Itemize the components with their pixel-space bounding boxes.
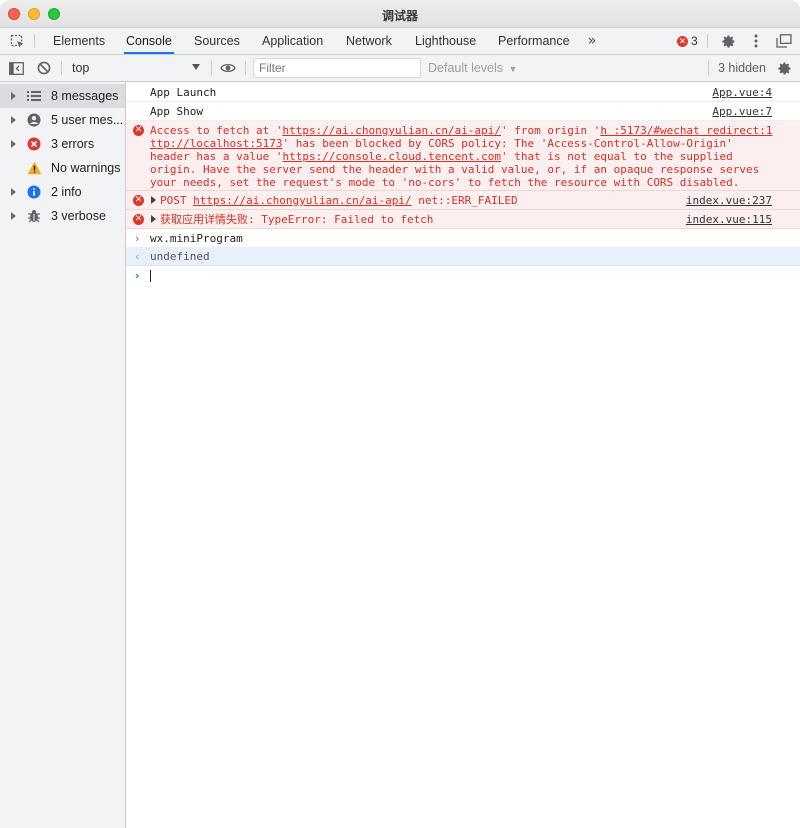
message-text: POST https://ai.chongyulian.cn/ai-api/ n… [151, 194, 518, 207]
sidebar-toggle-icon[interactable] [6, 55, 26, 81]
message-text: 获取应用详情失败: TypeError: Failed to fetch [151, 213, 433, 226]
url-link[interactable]: https://ai.chongyulian.cn/ai-api/ [193, 194, 412, 207]
divider [708, 61, 709, 75]
source-link[interactable]: index.vue:237 [686, 194, 772, 207]
expand-arrow-icon[interactable] [151, 196, 156, 204]
divider [61, 61, 62, 75]
more-options-icon[interactable] [746, 28, 766, 54]
error-count-badge[interactable]: ✕ 3 [677, 28, 698, 54]
sidebar-item-label: 3 verbose [51, 209, 106, 223]
error-icon: ✕ [133, 125, 144, 136]
sidebar-item-label: No warnings [51, 161, 121, 175]
error-icon [26, 136, 42, 152]
sidebar-item-warnings[interactable]: No warnings [0, 156, 125, 180]
list-icon [26, 88, 42, 104]
info-icon [26, 184, 42, 200]
expand-arrow-icon[interactable] [11, 116, 16, 124]
message-text: App Show [150, 105, 203, 118]
expand-arrow-icon[interactable] [11, 92, 16, 100]
divider [707, 34, 708, 48]
console-result: ‹ undefined [126, 248, 800, 266]
chevron-down-icon: ▼ [508, 64, 518, 74]
console-message: App Launch App.vue:4 [126, 83, 800, 102]
url-link[interactable]: https://console.cloud.tencent.com [282, 150, 501, 163]
chevron-down-icon [192, 64, 200, 70]
inspect-element-icon[interactable] [6, 28, 28, 54]
sidebar-item-messages[interactable]: 8 messages [0, 84, 125, 108]
tab-network[interactable]: Network [344, 28, 394, 54]
window-title: 调试器 [381, 9, 418, 23]
sidebar-item-label: 2 info [51, 185, 82, 199]
sidebar-item-errors[interactable]: 3 errors [0, 132, 125, 156]
error-icon: ✕ [133, 195, 144, 206]
chevron-right-icon: › [135, 232, 140, 245]
expand-arrow-icon[interactable] [151, 215, 156, 223]
console-sidebar: 8 messages 5 user mes... 3 errors No war… [0, 82, 126, 828]
tab-elements[interactable]: Elements [51, 28, 107, 54]
console-prompt[interactable]: › [126, 266, 800, 286]
sidebar-item-info[interactable]: 2 info [0, 180, 125, 204]
message-text: App Launch [150, 86, 217, 99]
bug-icon [26, 208, 42, 224]
sidebar-item-label: 3 errors [51, 137, 95, 151]
tab-lighthouse[interactable]: Lighthouse [413, 28, 478, 54]
error-icon: ✕ [133, 214, 144, 225]
console-error-message: ✕ 获取应用详情失败: TypeError: Failed to fetch i… [126, 210, 800, 229]
console-output: App Launch App.vue:4 App Show App.vue:7 … [126, 82, 800, 828]
message-text: wx.miniProgram [150, 232, 243, 245]
text-caret [150, 270, 151, 282]
source-link[interactable]: App.vue:4 [712, 86, 772, 99]
title-bar: 调试器 [0, 0, 800, 28]
divider [245, 61, 246, 75]
devtools-tab-bar: Elements Console Sources Application Net… [0, 28, 800, 55]
console-toolbar: top Default levels ▼ 3 hidden [0, 55, 800, 82]
tab-application[interactable]: Application [260, 28, 325, 54]
context-selector[interactable]: top [66, 57, 206, 79]
chevron-left-icon: ‹ [135, 250, 140, 263]
sidebar-item-verbose[interactable]: 3 verbose [0, 204, 125, 228]
console-error-message: ✕ Access to fetch at 'https://ai.chongyu… [126, 121, 800, 191]
expand-arrow-icon[interactable] [11, 140, 16, 148]
message-text: Access to fetch at 'https://ai.chongyuli… [150, 124, 773, 189]
gear-icon[interactable] [717, 28, 739, 54]
url-link[interactable]: https://ai.chongyulian.cn/ai-api/ [282, 124, 501, 137]
eye-icon[interactable] [217, 55, 239, 81]
source-link[interactable]: index.vue:115 [686, 213, 772, 226]
divider [34, 34, 35, 48]
source-link[interactable]: App.vue:7 [712, 105, 772, 118]
tab-sources[interactable]: Sources [192, 28, 242, 54]
console-input-echo: › wx.miniProgram [126, 229, 800, 248]
warning-icon [26, 160, 42, 176]
message-text: undefined [150, 250, 210, 263]
tab-console[interactable]: Console [124, 28, 174, 54]
user-icon [26, 112, 42, 128]
url-link[interactable]: h :5173/#wechat redirect:1 [600, 124, 772, 137]
expand-arrow-icon[interactable] [11, 212, 16, 220]
filter-input[interactable] [253, 58, 421, 78]
divider [211, 61, 212, 75]
prompt-input[interactable] [150, 270, 151, 285]
sidebar-item-label: 8 messages [51, 89, 119, 103]
sidebar-item-user-messages[interactable]: 5 user mes... [0, 108, 125, 132]
url-link[interactable]: ttp://localhost:5173 [150, 137, 282, 150]
console-error-message: ✕ POST https://ai.chongyulian.cn/ai-api/… [126, 191, 800, 210]
clear-console-icon[interactable] [34, 55, 54, 81]
console-settings-gear-icon[interactable] [773, 55, 795, 81]
hidden-count: 3 hidden [718, 61, 766, 75]
log-levels-label: Default levels [428, 61, 504, 75]
chevron-double-right-icon[interactable]: » [583, 28, 601, 54]
expand-arrow-icon[interactable] [11, 188, 16, 196]
context-value: top [72, 61, 90, 75]
chevron-right-icon: › [135, 269, 140, 282]
tab-performance[interactable]: Performance [496, 28, 572, 54]
error-count: 3 [691, 34, 698, 48]
undock-icon[interactable] [772, 28, 796, 54]
log-levels-dropdown[interactable]: Default levels ▼ [428, 55, 517, 81]
console-message: App Show App.vue:7 [126, 102, 800, 121]
error-icon: ✕ [677, 35, 688, 47]
sidebar-item-label: 5 user mes... [51, 113, 123, 127]
